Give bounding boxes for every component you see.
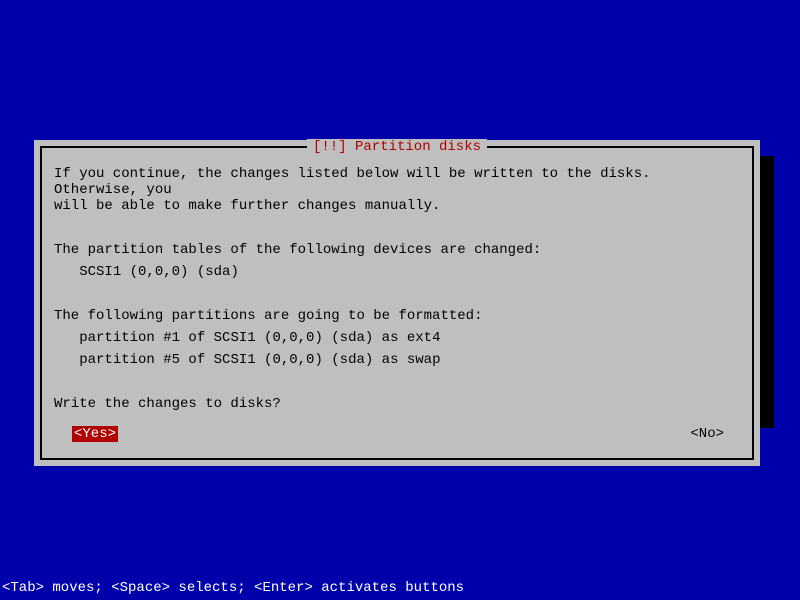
format-part-1-text: partition #5 of SCSI1 (0,0,0) (sda) as s…	[79, 352, 440, 368]
blank-line-2	[54, 286, 740, 302]
dialog-intro: If you continue, the changes listed belo…	[54, 166, 740, 214]
dialog-frame: [!!] Partition disks If you continue, th…	[40, 146, 754, 460]
tables-device-0-text: SCSI1 (0,0,0) (sda)	[79, 264, 239, 280]
tables-device-0: SCSI1 (0,0,0) (sda)	[54, 264, 740, 280]
partition-dialog: [!!] Partition disks If you continue, th…	[34, 140, 760, 466]
dialog-title: [!!] Partition disks	[307, 139, 487, 155]
dialog-question: Write the changes to disks?	[54, 396, 740, 412]
tables-header: The partition tables of the following de…	[54, 242, 740, 258]
no-button[interactable]: <No>	[688, 426, 726, 442]
button-row: <Yes> <No>	[54, 426, 740, 442]
yes-button[interactable]: <Yes>	[72, 426, 118, 442]
dialog-title-wrap: [!!] Partition disks	[42, 139, 752, 155]
help-bar: <Tab> moves; <Space> selects; <Enter> ac…	[0, 580, 464, 596]
blank-line-3	[54, 374, 740, 390]
blank-line-1	[54, 220, 740, 236]
format-part-1: partition #5 of SCSI1 (0,0,0) (sda) as s…	[54, 352, 740, 368]
format-part-0: partition #1 of SCSI1 (0,0,0) (sda) as e…	[54, 330, 740, 346]
format-header: The following partitions are going to be…	[54, 308, 740, 324]
format-part-0-text: partition #1 of SCSI1 (0,0,0) (sda) as e…	[79, 330, 440, 346]
